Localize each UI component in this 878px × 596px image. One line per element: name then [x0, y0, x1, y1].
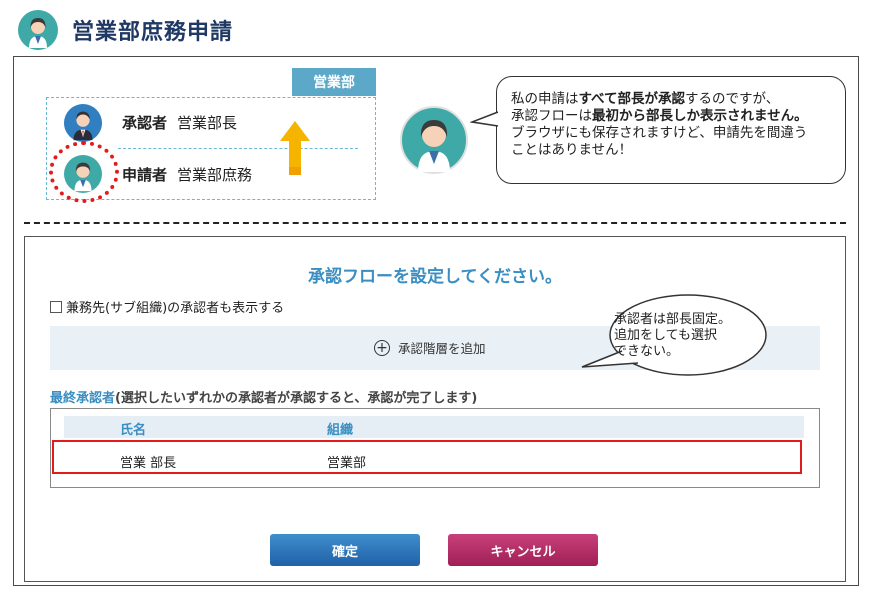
section-divider	[24, 222, 846, 224]
sub-org-checkbox[interactable]	[50, 300, 62, 313]
callout-line: 追加をしても選択	[614, 328, 717, 343]
callout-line: 承認者は部長固定。	[614, 312, 732, 327]
approver-row: 承認者 営業部長	[122, 112, 237, 133]
applicant-row: 申請者 営業部庶務	[122, 164, 252, 185]
add-step-label: 承認階層を追加	[398, 341, 486, 356]
bubble-text: するのですが、	[685, 91, 780, 107]
right-callout-text: 承認者は部長固定。 追加をしても選択 できない。	[614, 312, 731, 360]
final-approver-heading: 最終承認者	[50, 391, 116, 406]
table-header	[64, 416, 804, 438]
dialog-title: 承認フローを設定してください。	[308, 267, 562, 287]
column-header-org: 組織	[327, 423, 354, 438]
bubble-text: 承認フローは	[511, 108, 592, 124]
user-avatar-icon	[18, 10, 58, 50]
final-approver-label: 最終承認者(選択したいずれかの承認者が承認すると、承認が完了します)	[50, 387, 477, 406]
org-separator	[118, 148, 358, 149]
applicant-highlight-ring	[49, 141, 119, 203]
plus-circle-icon: +	[374, 339, 390, 356]
page-title: 営業部庶務申請	[72, 20, 234, 45]
applicant-large-avatar-icon	[400, 106, 468, 174]
final-approver-note: (選択したいずれかの承認者が承認すると、承認が完了します)	[115, 391, 478, 406]
bubble-tail	[470, 111, 499, 127]
bubble-text: ことはありません！	[511, 142, 633, 158]
approver-role: 承認者	[122, 114, 168, 132]
applicant-name: 営業部庶務	[177, 166, 253, 184]
sub-org-checkbox-row[interactable]: 兼務先(サブ組織)の承認者も表示する	[50, 297, 284, 316]
table-row[interactable]	[52, 440, 802, 474]
column-header-name: 氏名	[120, 423, 147, 438]
confirm-button[interactable]: 確定	[270, 534, 420, 566]
sub-org-checkbox-label: 兼務先(サブ組織)の承認者も表示する	[66, 301, 285, 316]
add-approval-step-button[interactable]: + 承認階層を追加	[374, 338, 486, 357]
bubble-bold-text: 最初から部長しか表示されません。	[592, 108, 808, 124]
speech-bubble-top: 私の申請はすべて部長が承認するのですが、 承認フローは最初から部長しか表示されま…	[496, 76, 846, 184]
bubble-bold-text: すべて部長が承認	[578, 91, 686, 107]
bubble-text: ブラウザにも保存されますけど、申請先を間違う	[511, 125, 808, 141]
approver-name: 営業部長	[177, 114, 238, 132]
up-arrow-icon	[280, 121, 310, 175]
dept-tab: 営業部	[292, 68, 376, 96]
cancel-button[interactable]: キャンセル	[448, 534, 598, 566]
bubble-text: 私の申請は	[511, 91, 579, 107]
applicant-role: 申請者	[122, 166, 168, 184]
approver-avatar-icon	[64, 104, 102, 142]
callout-line: できない。	[614, 344, 680, 359]
